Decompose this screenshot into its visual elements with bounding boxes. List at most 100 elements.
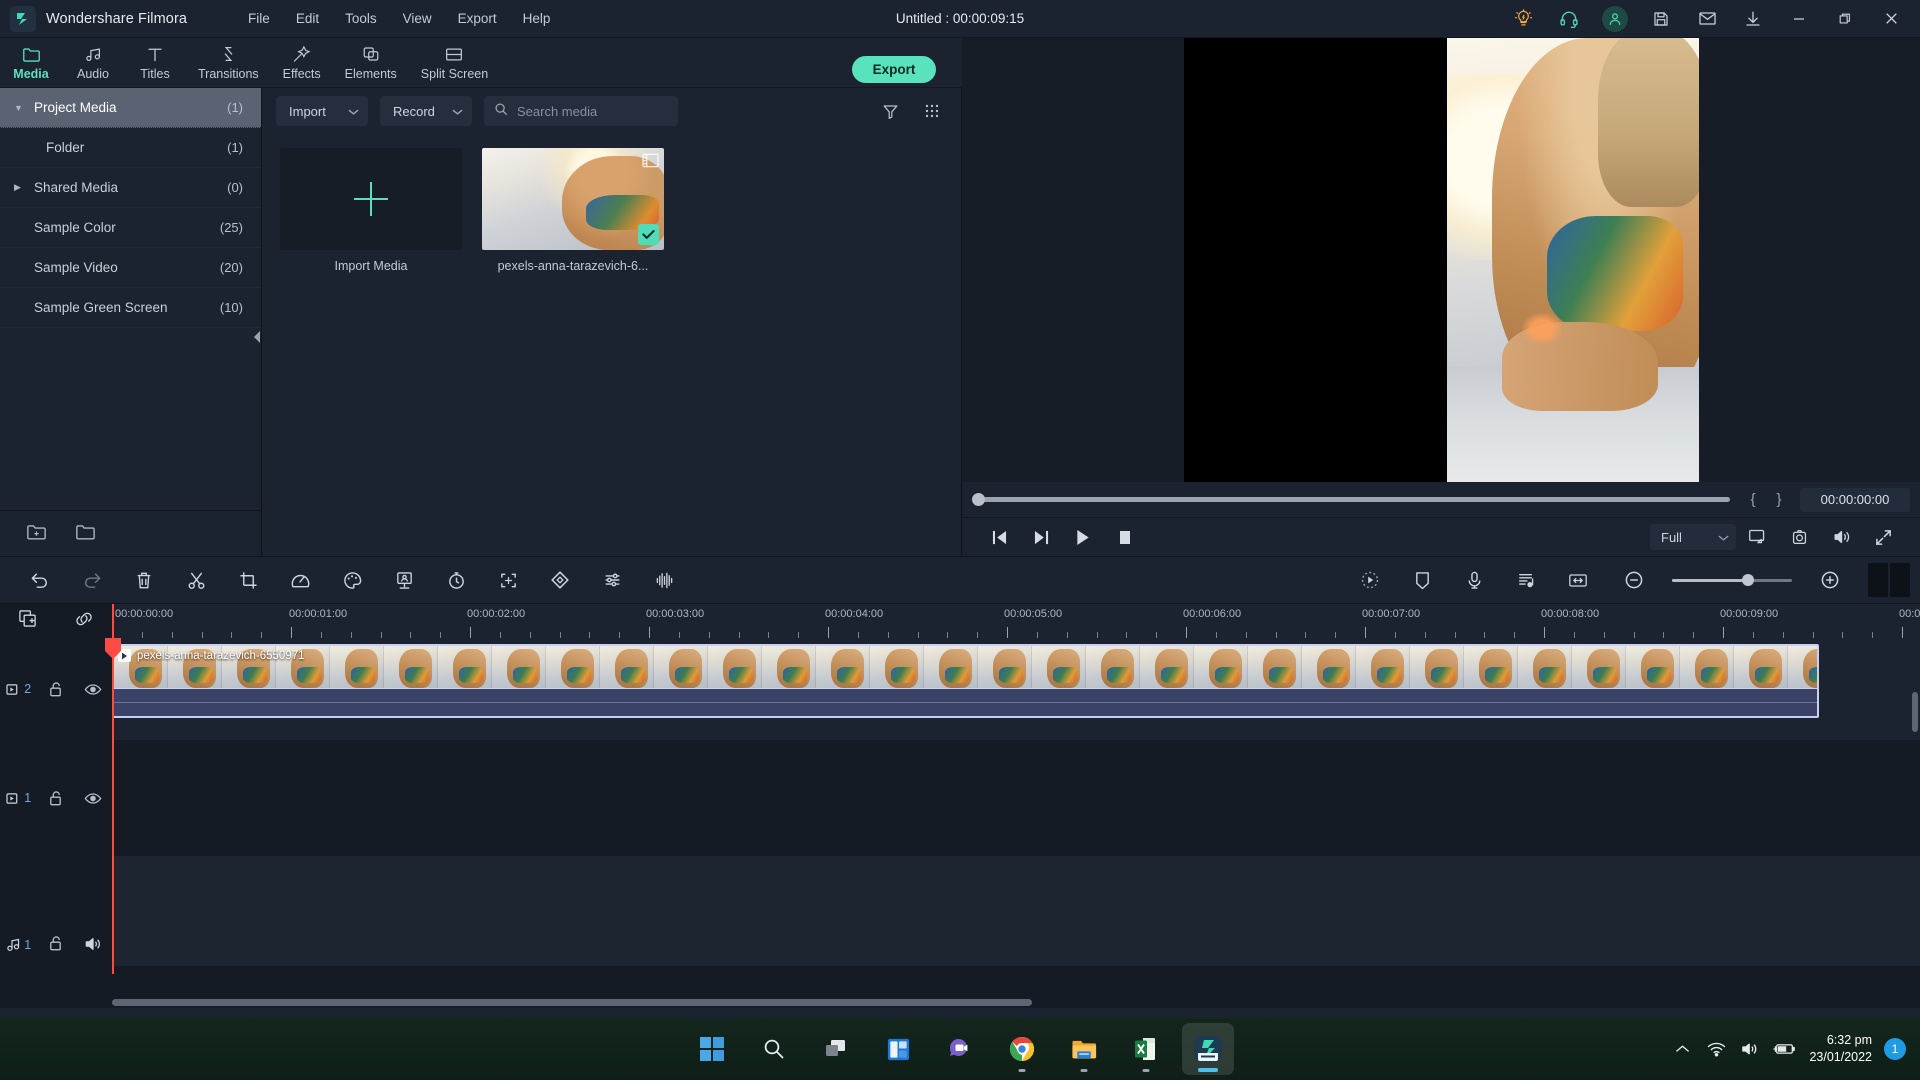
sidebar-item-sample-video[interactable]: Sample Video (20) xyxy=(0,248,261,288)
voiceover-mic-icon[interactable] xyxy=(1448,556,1500,604)
track-body-audio-1[interactable] xyxy=(112,856,1920,966)
zoom-slider-handle[interactable] xyxy=(1742,574,1754,586)
stop-button[interactable] xyxy=(1104,520,1146,554)
grid-dots-icon[interactable] xyxy=(917,96,947,126)
fit-timeline-icon[interactable] xyxy=(1552,556,1604,604)
import-media-tile[interactable] xyxy=(280,148,462,250)
file-explorer-icon[interactable] xyxy=(1058,1023,1110,1075)
media-item-import[interactable]: Import Media xyxy=(280,148,462,273)
search-media-box[interactable] xyxy=(484,96,678,126)
record-dropdown[interactable]: Record xyxy=(380,96,472,126)
sidebar-item-folder[interactable]: Folder (1) xyxy=(0,128,261,168)
download-icon[interactable] xyxy=(1730,0,1776,38)
fullscreen-icon[interactable] xyxy=(1862,520,1904,554)
undo-icon[interactable] xyxy=(14,556,66,604)
mail-icon[interactable] xyxy=(1684,0,1730,38)
menu-tools[interactable]: Tools xyxy=(332,6,390,31)
audio-waveform-icon[interactable] xyxy=(638,556,690,604)
battery-charging-icon[interactable] xyxy=(1767,1029,1801,1069)
track-body-video-1[interactable] xyxy=(112,740,1920,856)
wifi-icon[interactable] xyxy=(1699,1029,1733,1069)
crop-icon[interactable] xyxy=(222,556,274,604)
teams-chat-icon[interactable] xyxy=(934,1023,986,1075)
scrubber-handle[interactable] xyxy=(972,493,985,506)
preview-scrubber[interactable] xyxy=(972,493,1730,506)
delete-trash-icon[interactable] xyxy=(118,556,170,604)
notification-badge[interactable]: 1 xyxy=(1884,1038,1906,1060)
close-button[interactable] xyxy=(1868,0,1914,38)
collapse-left-icon[interactable] xyxy=(251,324,262,350)
sidebar-item-sample-color[interactable]: Sample Color (25) xyxy=(0,208,261,248)
keyframe-diamond-icon[interactable] xyxy=(534,556,586,604)
mark-out-button[interactable]: } xyxy=(1766,491,1792,508)
menu-help[interactable]: Help xyxy=(510,6,564,31)
preview-quality-dropdown[interactable]: Full xyxy=(1650,524,1736,550)
menu-file[interactable]: File xyxy=(235,6,283,31)
marker-shield-icon[interactable] xyxy=(1396,556,1448,604)
tab-transitions[interactable]: Transitions xyxy=(186,38,271,88)
next-frame-button[interactable] xyxy=(1020,520,1062,554)
eye-icon[interactable] xyxy=(75,683,112,696)
search-icon[interactable] xyxy=(748,1023,800,1075)
unlock-icon[interactable] xyxy=(37,681,74,698)
excel-icon[interactable] xyxy=(1120,1023,1172,1075)
horizontal-scroll-thumb[interactable] xyxy=(112,999,1032,1006)
redo-icon[interactable] xyxy=(66,556,118,604)
tab-audio[interactable]: Audio xyxy=(62,38,124,88)
volume-icon[interactable] xyxy=(1733,1029,1767,1069)
timeline-ruler[interactable]: 00:00:00:00 00:00:01:00 00:00:02:00 00:0… xyxy=(112,604,1920,638)
sidebar-item-sample-green-screen[interactable]: Sample Green Screen (10) xyxy=(0,288,261,328)
tab-titles[interactable]: Titles xyxy=(124,38,186,88)
add-track-icon[interactable] xyxy=(18,609,37,633)
zoom-slider[interactable] xyxy=(1672,574,1792,586)
filmora-icon[interactable] xyxy=(1182,1023,1234,1075)
taskbar-clock[interactable]: 6:32 pm 23/01/2022 xyxy=(1809,1032,1872,1066)
save-project-icon[interactable] xyxy=(1638,0,1684,38)
media-item-video[interactable]: pexels-anna-tarazevich-6... xyxy=(482,148,664,273)
playhead-handle[interactable] xyxy=(105,638,121,660)
preview-video[interactable] xyxy=(1183,38,1699,482)
menu-export[interactable]: Export xyxy=(445,6,510,31)
menu-edit[interactable]: Edit xyxy=(283,6,332,31)
tab-media[interactable]: Media xyxy=(0,38,62,88)
audio-mixer-icon[interactable] xyxy=(586,556,638,604)
render-preview-icon[interactable] xyxy=(1344,556,1396,604)
import-dropdown[interactable]: Import xyxy=(276,96,368,126)
chrome-icon[interactable] xyxy=(996,1023,1048,1075)
windows-start-icon[interactable] xyxy=(686,1023,738,1075)
speed-gauge-icon[interactable] xyxy=(274,556,326,604)
play-button[interactable] xyxy=(1062,520,1104,554)
search-input[interactable] xyxy=(517,103,668,119)
motion-tracking-icon[interactable] xyxy=(482,556,534,604)
timeline-vertical-scrollbar[interactable] xyxy=(1910,672,1920,992)
sidebar-item-project-media[interactable]: ▼ Project Media (1) xyxy=(0,88,261,128)
menu-view[interactable]: View xyxy=(390,6,445,31)
tab-split-screen[interactable]: Split Screen xyxy=(409,38,500,88)
headset-support-icon[interactable] xyxy=(1546,0,1592,38)
media-thumbnail[interactable] xyxy=(482,148,664,250)
snapshot-camera-icon[interactable] xyxy=(1778,520,1820,554)
widgets-icon[interactable] xyxy=(872,1023,924,1075)
timeline-playhead[interactable] xyxy=(105,604,121,974)
cast-to-device-icon[interactable] xyxy=(1736,520,1778,554)
unlock-icon[interactable] xyxy=(37,790,74,807)
green-screen-icon[interactable] xyxy=(378,556,430,604)
prev-frame-button[interactable] xyxy=(978,520,1020,554)
volume-icon[interactable] xyxy=(1820,520,1862,554)
preview-timecode[interactable]: 00:00:00:00 xyxy=(1800,487,1910,512)
speaker-icon[interactable] xyxy=(75,936,112,952)
timer-icon[interactable] xyxy=(430,556,482,604)
tab-elements[interactable]: Elements xyxy=(333,38,409,88)
detach-audio-icon[interactable] xyxy=(1500,556,1552,604)
vertical-scroll-thumb[interactable] xyxy=(1912,692,1918,732)
mark-in-button[interactable]: { xyxy=(1740,491,1766,508)
zoom-out-button[interactable] xyxy=(1608,556,1660,604)
color-palette-icon[interactable] xyxy=(326,556,378,604)
track-body-video-2[interactable]: pexels-anna-tarazevich-6550971 xyxy=(112,638,1920,740)
open-folder-icon[interactable] xyxy=(75,522,96,546)
link-chain-icon[interactable] xyxy=(74,610,94,633)
maximize-button[interactable] xyxy=(1822,0,1868,38)
tips-lightbulb-icon[interactable] xyxy=(1500,0,1546,38)
account-avatar-icon[interactable] xyxy=(1592,0,1638,38)
chevron-up-icon[interactable] xyxy=(1665,1029,1699,1069)
